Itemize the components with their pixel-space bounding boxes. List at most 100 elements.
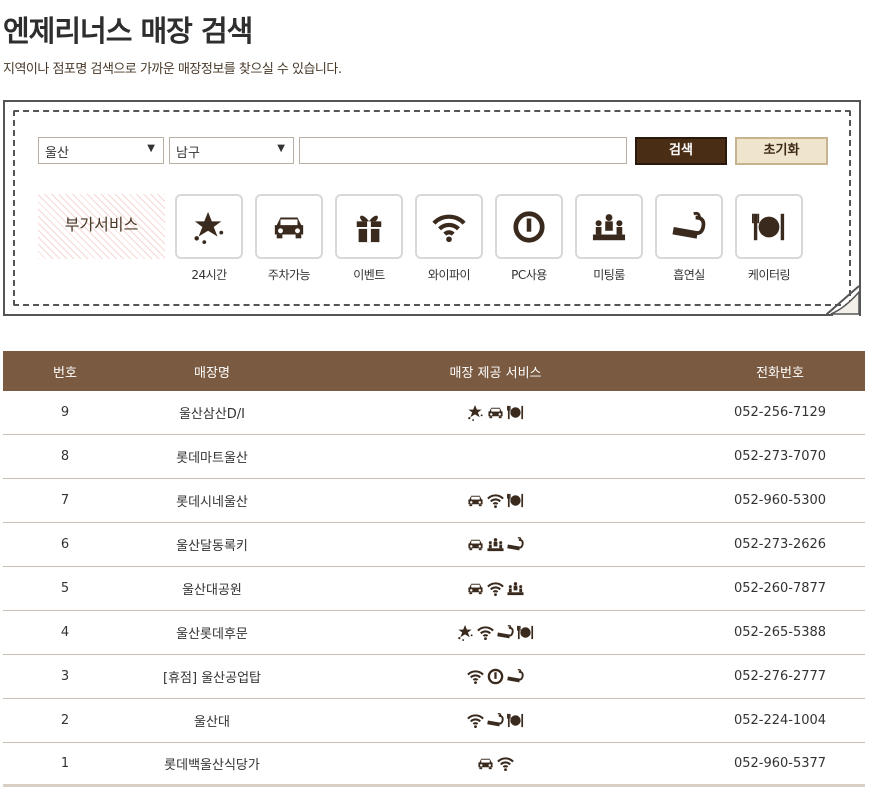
catering-icon — [507, 405, 524, 420]
table-row[interactable]: 6 울산달동록키 052-273-2626 — [3, 523, 865, 567]
store-tel: 052-224-1004 — [733, 713, 827, 728]
store-table: 번호 매장명 매장 제공 서비스 전화번호 9 울산삼산D/I 052-256-71… — [3, 351, 865, 787]
region-select[interactable]: 울산 ▼ — [38, 137, 164, 164]
store-tel: 052-273-2626 — [733, 537, 827, 552]
reset-button[interactable]: 초기화 — [735, 137, 828, 165]
meeting-icon — [592, 213, 626, 240]
district-select[interactable]: 남구 ▼ — [169, 137, 294, 164]
star-24h-icon — [194, 211, 224, 244]
service-filter-wifi[interactable] — [415, 194, 483, 259]
service-filter-star-24h[interactable] — [175, 194, 243, 259]
service-filter-car[interactable] — [255, 194, 323, 259]
page-subtitle: 지역이나 점포명 검색으로 가까운 매장정보를 찾으실 수 있습니다. — [3, 62, 342, 77]
table-row[interactable]: 4 울산롯데후문 052-265-5388 — [3, 611, 865, 655]
smoking-icon — [507, 536, 524, 551]
services-label: 부가서비스 — [38, 194, 165, 259]
chevron-down-icon: ▼ — [277, 143, 285, 154]
wifi-icon — [477, 626, 494, 641]
store-no: 1 — [60, 756, 70, 771]
service-filter-label: 케이터링 — [747, 268, 791, 282]
car-icon — [274, 217, 304, 238]
service-filter-smoking[interactable] — [655, 194, 723, 259]
store-services — [343, 699, 648, 742]
meeting-icon — [507, 582, 524, 596]
wifi-icon — [467, 670, 484, 685]
car-icon — [468, 539, 483, 551]
store-tel: 052-960-5377 — [733, 756, 827, 771]
store-tel: 052-273-7070 — [733, 449, 827, 464]
store-name[interactable]: 롯데시네울산 — [127, 479, 297, 522]
store-name[interactable]: 울산삼산D/I — [127, 391, 297, 434]
wifi-icon — [432, 214, 466, 242]
keyword-input[interactable] — [299, 137, 627, 164]
smoking-icon — [487, 712, 504, 727]
district-select-value: 남구 — [176, 146, 200, 161]
table-row[interactable]: 5 울산대공원 052-260-7877 — [3, 567, 865, 611]
wifi-icon — [467, 714, 484, 729]
store-name[interactable]: 롯데마트울산 — [127, 435, 297, 478]
service-filter-label: 24시간 — [191, 268, 227, 282]
store-no: 6 — [60, 537, 70, 552]
service-filter-label: 흡연실 — [673, 268, 705, 282]
header-no: 번호 — [53, 365, 77, 381]
car-icon — [468, 583, 483, 595]
search-button[interactable]: 검색 — [635, 137, 727, 165]
store-name[interactable]: [휴점] 울산공업탑 — [127, 655, 297, 698]
table-row[interactable]: 7 롯데시네울산 052-960-5300 — [3, 479, 865, 523]
table-row[interactable]: 1 롯데백울산식당가 052-960-5377 — [3, 743, 865, 787]
wifi-icon — [487, 582, 504, 597]
service-filter-power[interactable] — [495, 194, 563, 259]
table-row[interactable]: 3 [휴점] 울산공업탑 052-276-2777 — [3, 655, 865, 699]
car-icon — [488, 407, 503, 419]
header-services: 매장 제공 서비스 — [449, 365, 542, 381]
service-filter-label: 미팅룸 — [593, 268, 625, 282]
store-name[interactable]: 울산대공원 — [127, 567, 297, 610]
power-icon — [513, 210, 545, 243]
wifi-icon — [497, 757, 514, 772]
power-icon — [487, 668, 504, 685]
store-tel: 052-260-7877 — [733, 581, 827, 596]
wifi-icon — [487, 494, 504, 509]
table-row[interactable]: 2 울산대 052-224-1004 — [3, 699, 865, 743]
store-services — [343, 479, 648, 522]
store-name[interactable]: 울산롯데후문 — [127, 611, 297, 654]
table-row[interactable]: 8 롯데마트울산 052-273-7070 — [3, 435, 865, 479]
store-no: 3 — [60, 669, 70, 684]
store-no: 7 — [60, 493, 70, 508]
chevron-down-icon: ▼ — [147, 143, 155, 154]
store-no: 4 — [60, 625, 70, 640]
smoking-icon — [497, 624, 514, 639]
store-tel: 052-276-2777 — [733, 669, 827, 684]
catering-icon — [752, 213, 785, 240]
table-header: 번호 매장명 매장 제공 서비스 전화번호 — [3, 351, 865, 391]
table-row[interactable]: 9 울산삼산D/I 052-256-7129 — [3, 391, 865, 435]
store-name[interactable]: 울산대 — [127, 699, 297, 742]
store-no: 2 — [60, 713, 70, 728]
catering-icon — [507, 713, 524, 728]
smoking-icon — [672, 211, 706, 239]
service-filter-label: 이벤트 — [353, 268, 385, 282]
service-filter-catering[interactable] — [735, 194, 803, 259]
header-tel: 전화번호 — [756, 365, 804, 381]
smoking-icon — [507, 668, 524, 683]
store-tel: 052-265-5388 — [733, 625, 827, 640]
store-name[interactable]: 롯데백울산식당가 — [127, 743, 297, 784]
store-name[interactable]: 울산달동록키 — [127, 523, 297, 566]
service-filter-gift[interactable] — [335, 194, 403, 259]
service-filter-meeting[interactable] — [575, 194, 643, 259]
meeting-icon — [487, 538, 504, 552]
store-no: 9 — [60, 405, 70, 420]
store-services — [343, 435, 648, 478]
page-title: 엔제리너스 매장 검색 — [3, 14, 253, 48]
service-filter-label: 주차가능 — [267, 268, 311, 282]
store-services — [343, 391, 648, 434]
car-icon — [478, 758, 493, 770]
car-icon — [468, 495, 483, 507]
header-name: 매장명 — [194, 365, 230, 381]
catering-icon — [507, 493, 524, 508]
store-no: 8 — [60, 449, 70, 464]
store-tel: 052-960-5300 — [733, 493, 827, 508]
star-24h-icon — [458, 624, 473, 641]
store-services — [343, 523, 648, 566]
page-curl-decoration — [826, 285, 860, 316]
